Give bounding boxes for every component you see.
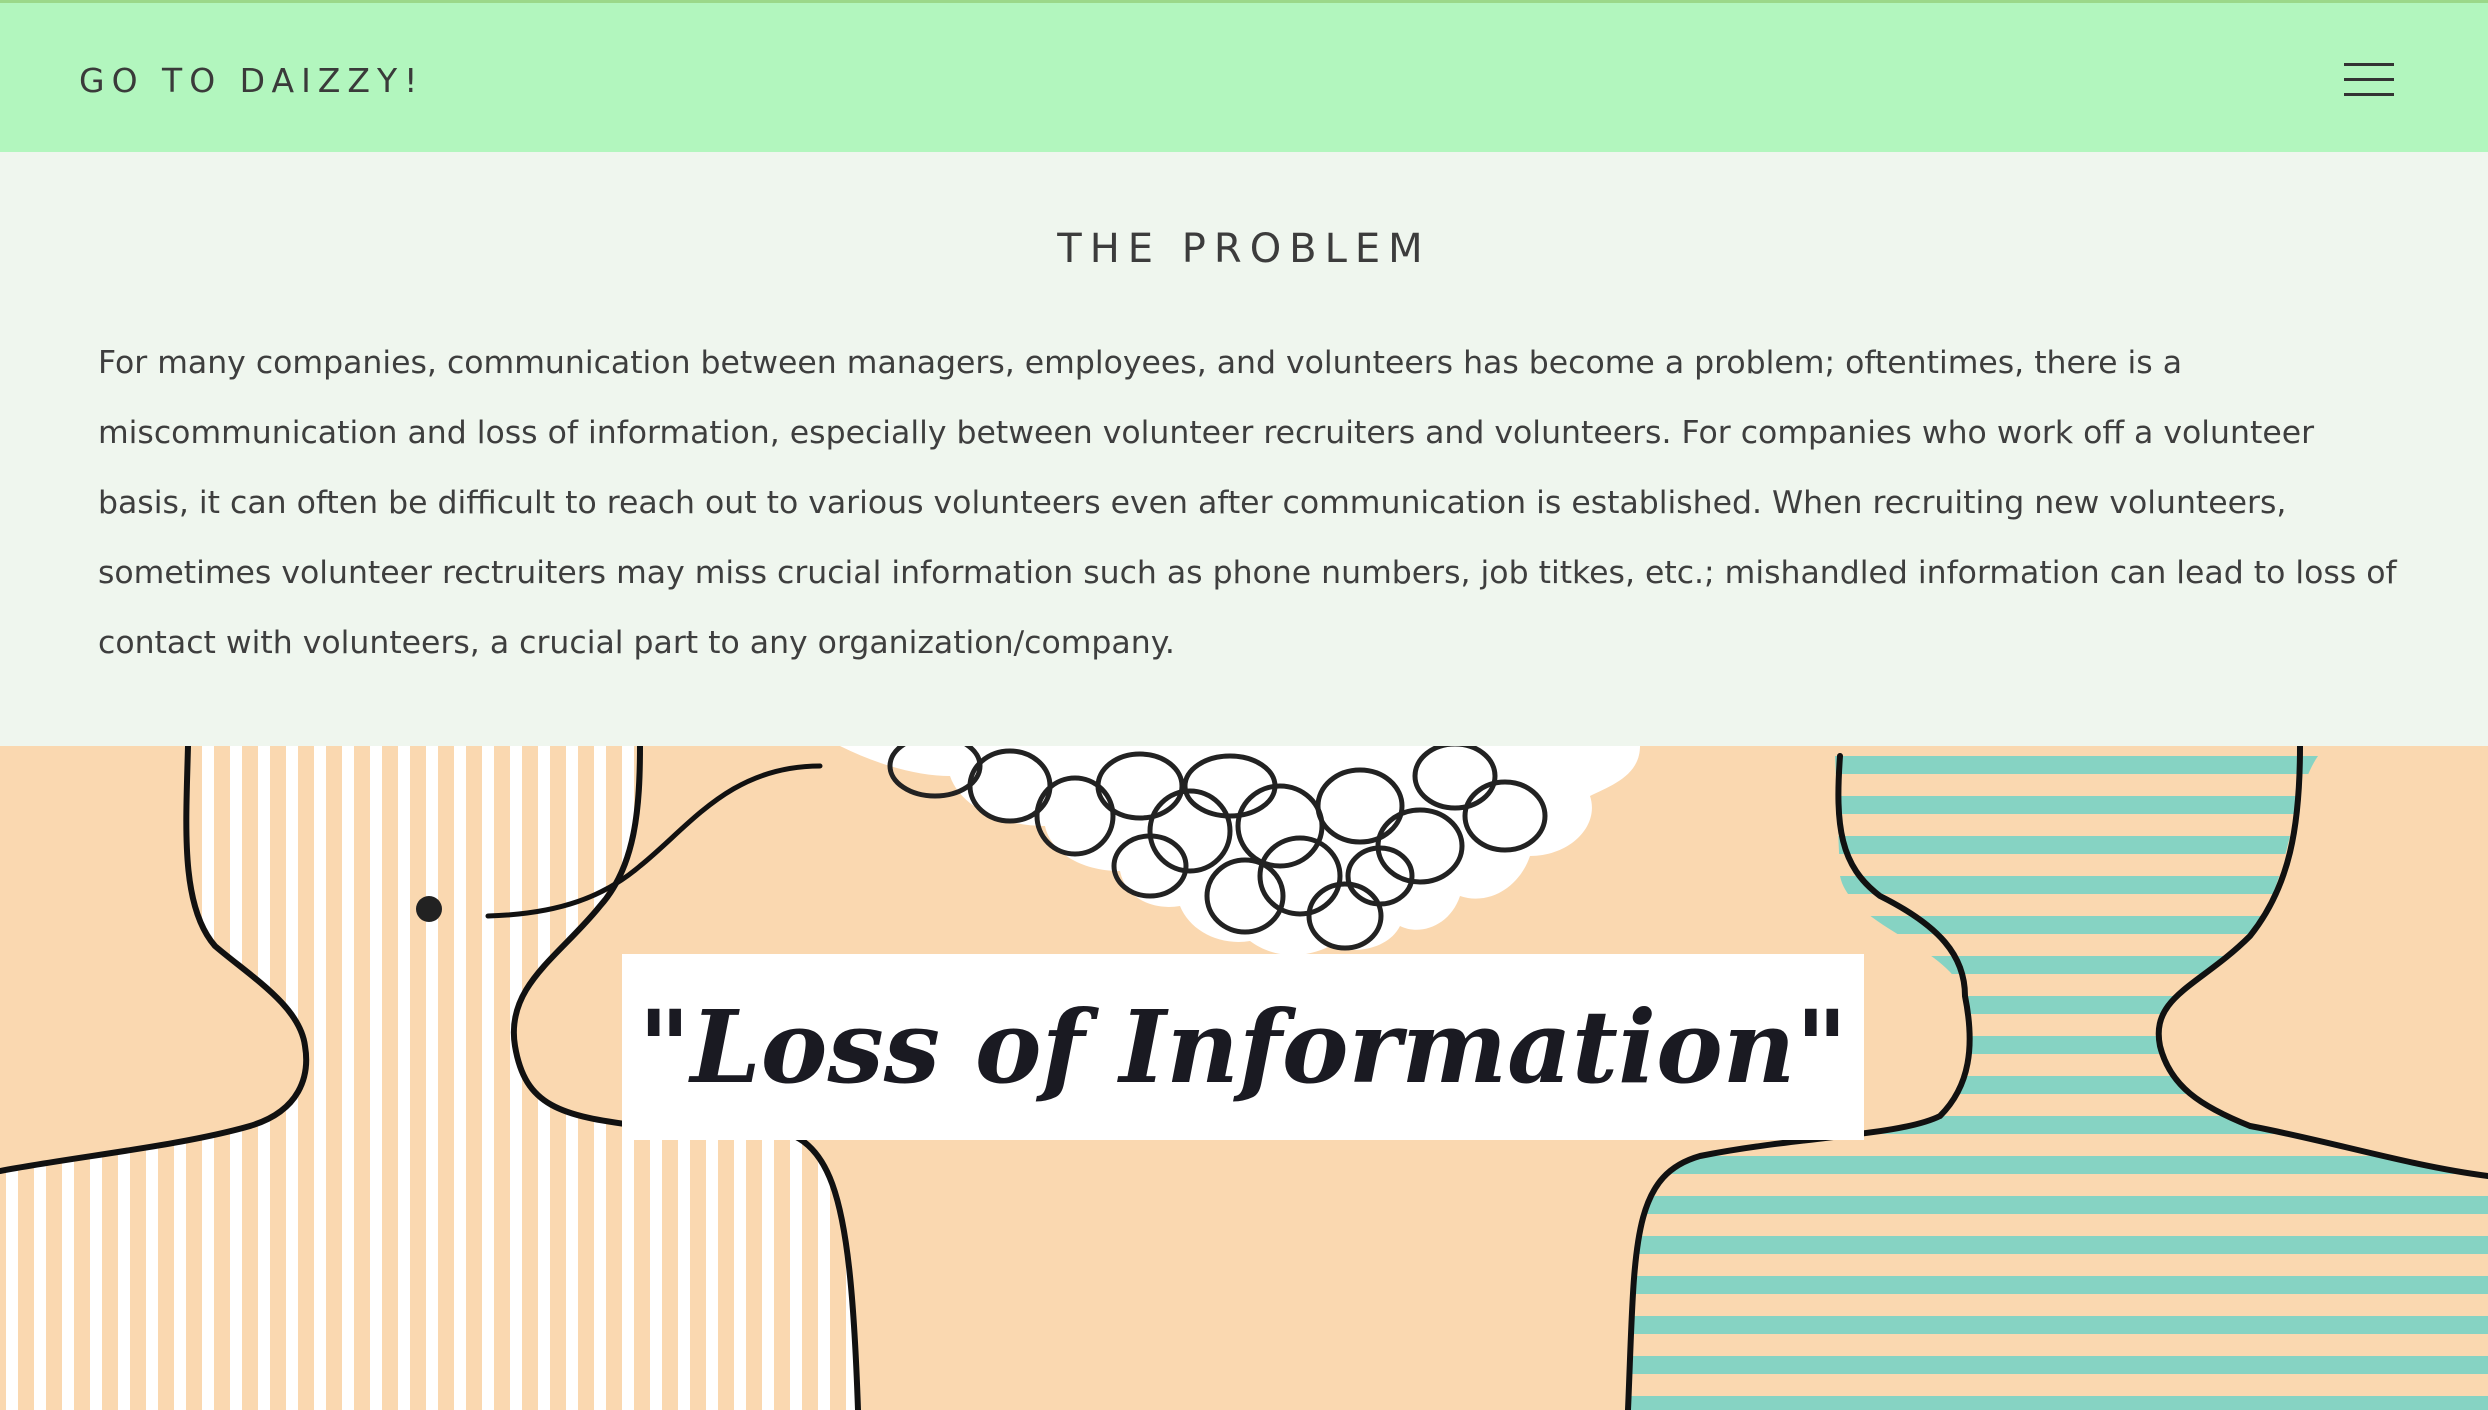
menu-line <box>2344 93 2394 96</box>
menu-line <box>2344 63 2394 66</box>
hero-illustration: "Loss of Information" <box>0 746 2488 1410</box>
problem-section: THE PROBLEM For many companies, communic… <box>0 152 2488 746</box>
top-nav-bar: GO TO DAIZZY! <box>0 0 2488 152</box>
menu-line <box>2344 78 2394 81</box>
brand-link[interactable]: GO TO DAIZZY! <box>79 61 424 100</box>
section-title: THE PROBLEM <box>1057 226 1431 272</box>
hamburger-menu-icon[interactable] <box>2340 59 2398 101</box>
problem-paragraph: For many companies, communication betwee… <box>98 345 2397 661</box>
loss-of-information-banner: "Loss of Information" <box>622 954 1864 1140</box>
left-person-eye <box>416 896 442 922</box>
banner-text: "Loss of Information" <box>638 988 1848 1106</box>
